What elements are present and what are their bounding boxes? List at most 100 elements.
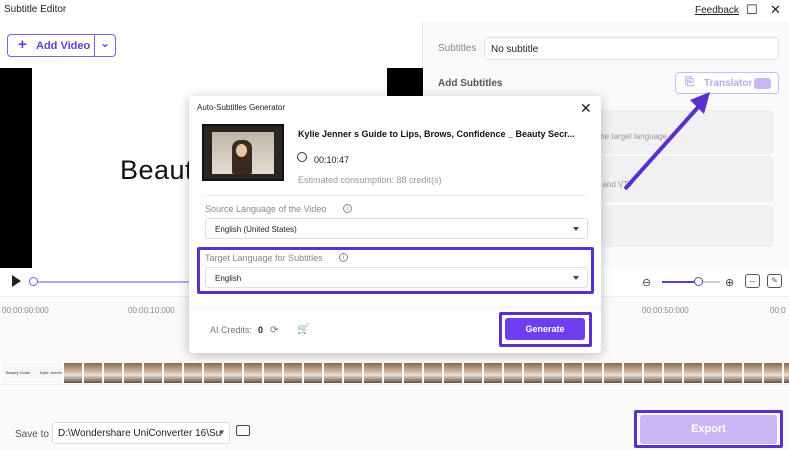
target-language-value: English [215, 274, 242, 283]
thumbnail-frame [584, 363, 603, 383]
thumbnail-frame [684, 363, 703, 383]
plus-icon: + [18, 36, 27, 53]
add-video-button[interactable]: + Add Video ⌄ [7, 34, 116, 57]
info-icon[interactable]: i [339, 253, 348, 262]
thumbnail-frame [164, 363, 183, 383]
zoom-slider-handle[interactable] [694, 277, 703, 286]
thumbnail-frame [224, 363, 243, 383]
thumbnail-frame [364, 363, 383, 383]
target-language-label: Target Language for Subtitles [205, 253, 323, 263]
ai-credits-label: AI Credits: [210, 325, 253, 335]
thumbnail-frame [464, 363, 483, 383]
feedback-link[interactable]: Feedback [695, 5, 739, 16]
video-track[interactable]: Beauty Guide Kylie Jenner [0, 362, 789, 384]
option-card[interactable] [596, 205, 774, 247]
video-thumbnail [202, 124, 284, 181]
translate-icon: ⎘ [685, 76, 694, 88]
thumbnail-frame [124, 363, 143, 383]
progress-track[interactable] [33, 281, 193, 283]
letterbox-right [387, 68, 423, 98]
thumbnail-frame [564, 363, 583, 383]
thumbnail-frame [84, 363, 103, 383]
thumbnail-frame [144, 363, 163, 383]
time-tick: 00:00:10:000 [128, 306, 175, 315]
video-duration: 00:10:47 [314, 155, 350, 165]
thumbnail-frame [484, 363, 503, 383]
zoom-in-icon[interactable]: ⊕ [725, 276, 734, 289]
thumbnail-frame [264, 363, 283, 383]
add-video-label: Add Video [36, 40, 91, 52]
thumbnail-frame: Beauty Guide Kylie Jenner [2, 363, 62, 383]
thumbnail-frame [644, 363, 663, 383]
letterbox-left [0, 68, 32, 268]
card-text: , and VTT [598, 180, 634, 189]
left-toolbar: + Add Video ⌄ [0, 22, 423, 68]
thumbnail-frame [744, 363, 763, 383]
refresh-icon[interactable]: ⟳ [270, 325, 278, 336]
window-title: Subtitle Editor [4, 4, 67, 15]
info-icon[interactable]: i [343, 204, 352, 213]
thumbnail-frame [544, 363, 563, 383]
close-icon[interactable]: ✕ [770, 2, 781, 18]
thumbnail-frame [624, 363, 643, 383]
thumbnail-frame [284, 363, 303, 383]
fit-timeline-icon[interactable]: ↔ [745, 274, 760, 288]
thumbnail-frame [384, 363, 403, 383]
thumbnail-frame [784, 363, 789, 383]
video-title: Kylie Jenner s Guide to Lips, Brows, Con… [298, 129, 575, 139]
translator-label: Translator [704, 78, 753, 89]
card-text: the target language [598, 132, 667, 141]
play-icon[interactable] [12, 275, 21, 287]
thumbnail-frame [524, 363, 543, 383]
thumbnail-frame [724, 363, 743, 383]
thumbnail-frame [304, 363, 323, 383]
thumbnail-frame [244, 363, 263, 383]
subtitles-select[interactable]: No subtitle [484, 37, 779, 60]
source-language-label: Source Language of the Video [205, 204, 327, 214]
zoom-out-icon[interactable]: ⊖ [642, 276, 651, 289]
caret-down-icon [573, 276, 579, 280]
thumbnail-frame [404, 363, 423, 383]
time-tick: 00:00:00:000 [2, 306, 49, 315]
divider [189, 308, 601, 309]
thumbnail-frame [704, 363, 723, 383]
ai-badge [754, 78, 771, 89]
playhead-handle[interactable] [29, 277, 38, 286]
auto-subtitles-dialog: Auto-Subtitles Generator ✕ Kylie Jenner … [189, 96, 601, 353]
thumbnail-frame [64, 363, 83, 383]
subtitle-style-icon[interactable]: ✎ [767, 274, 782, 288]
frame-text: Kylie Jenner [40, 370, 63, 375]
thumbnail-frame [504, 363, 523, 383]
maximize-icon[interactable]: ☐ [746, 2, 758, 18]
folder-icon[interactable] [236, 425, 250, 436]
thumbnail-frame [184, 363, 203, 383]
zoom-slider-fill [662, 281, 698, 283]
generate-button[interactable]: Generate [505, 318, 585, 340]
source-language-value: English (United States) [215, 225, 297, 234]
ai-credits-value: 0 [258, 325, 264, 335]
save-path-select[interactable]: D:\Wondershare UniConverter 16\Su ▾ [52, 422, 230, 444]
dialog-title: Auto-Subtitles Generator [197, 103, 286, 112]
thumbnail-frame [604, 363, 623, 383]
translator-button[interactable]: ⎘ Translator [675, 72, 779, 94]
save-to-label: Save to [15, 429, 49, 440]
source-language-select[interactable]: English (United States) [205, 218, 588, 239]
target-language-select[interactable]: English [205, 267, 588, 288]
divider [202, 195, 588, 196]
clock-icon [297, 152, 307, 162]
cart-icon[interactable]: 🛒 [297, 324, 309, 335]
thumbnail-frame [444, 363, 463, 383]
option-card[interactable]: the target language [596, 110, 774, 154]
save-path-value: D:\Wondershare UniConverter 16\Su [58, 428, 222, 439]
option-card[interactable]: , and VTT [596, 156, 774, 202]
thumbnail-frame [344, 363, 363, 383]
thumbnail-frame [424, 363, 443, 383]
thumbnail-frame [104, 363, 123, 383]
frame-text: Beauty Guide [6, 370, 31, 375]
chevron-down-icon[interactable]: ⌄ [100, 36, 110, 50]
close-icon[interactable]: ✕ [580, 100, 592, 117]
dropdown-icon: ▾ [219, 427, 224, 437]
export-button[interactable]: Export [640, 415, 777, 444]
thumbnail-frame [204, 363, 223, 383]
time-tick: 00:00:50:000 [642, 306, 689, 315]
